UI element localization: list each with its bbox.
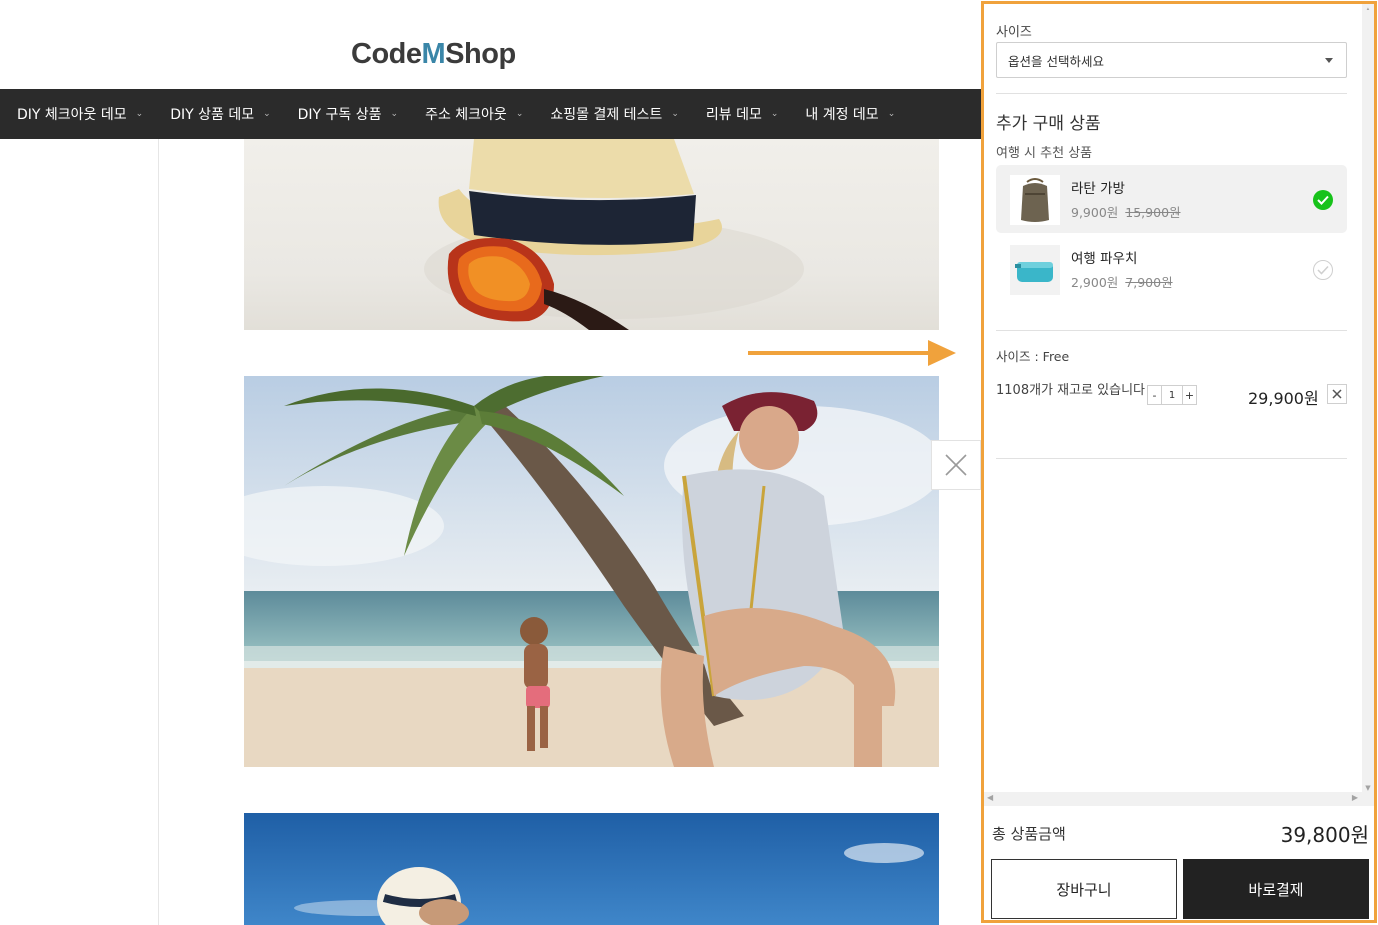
quantity-stepper: - 1 + bbox=[1147, 385, 1197, 405]
nav-item-diy-checkout[interactable]: DIY 체크아웃 데모 ⌄ bbox=[17, 104, 143, 124]
addons-title: 추가 구매 상품 bbox=[996, 114, 1101, 134]
divider bbox=[996, 458, 1347, 459]
nav-item-label: 주소 체크아웃 bbox=[425, 107, 507, 123]
close-icon bbox=[945, 454, 967, 476]
product-photo-sky-hat bbox=[244, 813, 939, 925]
addon-original-price: 7,900원 bbox=[1125, 275, 1173, 290]
checkbox-unchecked-icon[interactable] bbox=[1313, 260, 1333, 280]
option-line-price: 29,900원 bbox=[1248, 389, 1319, 408]
stock-text: 1108개가 재고로 있습니다 bbox=[996, 383, 1145, 398]
caret-down-icon bbox=[1325, 58, 1333, 63]
site-logo[interactable]: CodeMShop bbox=[351, 38, 516, 71]
nav-item-review-demo[interactable]: 리뷰 데모 ⌄ bbox=[706, 104, 779, 124]
logo-text-m: M bbox=[421, 38, 446, 70]
chevron-down-icon: ⌄ bbox=[515, 109, 524, 119]
nav-item-payment-test[interactable]: 쇼핑몰 결제 테스트 ⌄ bbox=[550, 104, 679, 124]
nav-item-my-account[interactable]: 내 계정 데모 ⌄ bbox=[805, 104, 895, 124]
product-page: CodeMShop DIY 체크아웃 데모 ⌄ DIY 상품 데모 ⌄ DIY 구독… bbox=[0, 0, 1378, 925]
travel-pouch-thumbnail bbox=[1010, 245, 1060, 295]
arrow-annotation-icon bbox=[748, 340, 956, 366]
scroll-down-arrow-icon[interactable]: ▼ bbox=[1362, 784, 1374, 792]
chevron-down-icon: ⌄ bbox=[887, 109, 896, 119]
chevron-down-icon: ⌄ bbox=[390, 109, 399, 119]
panel-scroll-area[interactable]: 사이즈 옵션을 선택하세요 추가 구매 상품 여행 시 추천 상품 라탄 가방 … bbox=[984, 4, 1362, 806]
close-icon bbox=[1332, 389, 1342, 399]
addons-subtitle: 여행 시 추천 상품 bbox=[996, 146, 1093, 161]
size-label: 사이즈 bbox=[996, 25, 1032, 40]
checkbox-checked-icon[interactable] bbox=[1313, 190, 1333, 210]
nav-item-diy-product[interactable]: DIY 상품 데모 ⌄ bbox=[170, 104, 270, 124]
divider bbox=[996, 93, 1347, 94]
panel-close-button[interactable] bbox=[931, 440, 981, 490]
addon-item-travel-pouch[interactable]: 여행 파우치 2,900원 7,900원 bbox=[996, 235, 1347, 303]
vertical-scrollbar[interactable]: ▲ ▼ bbox=[1362, 4, 1374, 806]
product-photo-beach-model bbox=[244, 376, 939, 767]
addon-original-price: 15,900원 bbox=[1125, 205, 1181, 220]
nav-item-label: 내 계정 데모 bbox=[805, 107, 879, 123]
nav-item-label: DIY 체크아웃 데모 bbox=[17, 107, 127, 123]
total-value: 39,800원 bbox=[1280, 823, 1369, 847]
addon-item-rattan-bag[interactable]: 라탄 가방 9,900원 15,900원 bbox=[996, 165, 1347, 233]
remove-option-button[interactable] bbox=[1327, 384, 1347, 404]
nav-item-address-checkout[interactable]: 주소 체크아웃 ⌄ bbox=[425, 104, 523, 124]
scrollbar-thumb[interactable] bbox=[1364, 10, 1372, 770]
addon-price: 9,900원 15,900원 bbox=[1071, 202, 1181, 221]
chevron-down-icon: ⌄ bbox=[770, 109, 779, 119]
selected-option-name: 사이즈 : Free bbox=[996, 349, 1070, 364]
rattan-bag-thumbnail bbox=[1010, 175, 1060, 225]
add-to-cart-button[interactable]: 장바구니 bbox=[991, 859, 1177, 919]
logo-text-shop: Shop bbox=[445, 38, 516, 70]
total-label: 총 상품금액 bbox=[992, 825, 1066, 843]
scroll-left-arrow-icon[interactable]: ◀ bbox=[987, 793, 993, 802]
nav-item-label: DIY 상품 데모 bbox=[170, 107, 255, 123]
size-select-value: 옵션을 선택하세요 bbox=[1008, 53, 1104, 69]
content-divider bbox=[158, 139, 159, 925]
addon-sale-price: 2,900원 bbox=[1071, 275, 1119, 290]
purchase-option-panel: 사이즈 옵션을 선택하세요 추가 구매 상품 여행 시 추천 상품 라탄 가방 … bbox=[981, 1, 1377, 923]
addon-name: 여행 파우치 bbox=[1071, 251, 1138, 267]
quantity-plus-button[interactable]: + bbox=[1183, 386, 1196, 404]
chevron-down-icon: ⌄ bbox=[671, 109, 679, 119]
size-select[interactable]: 옵션을 선택하세요 bbox=[996, 42, 1347, 78]
nav-item-diy-subscription[interactable]: DIY 구독 상품 ⌄ bbox=[298, 104, 398, 124]
quantity-minus-button[interactable]: - bbox=[1148, 386, 1161, 404]
quantity-input[interactable]: 1 bbox=[1161, 386, 1183, 404]
chevron-down-icon: ⌄ bbox=[263, 109, 271, 119]
product-photo-hat-sunglasses bbox=[244, 139, 939, 330]
horizontal-scrollbar[interactable]: ◀ ▶ bbox=[984, 792, 1362, 806]
nav-item-label: 쇼핑몰 결제 테스트 bbox=[550, 107, 663, 123]
divider bbox=[996, 330, 1347, 331]
logo-text-code: Code bbox=[351, 38, 422, 70]
scroll-right-arrow-icon[interactable]: ▶ bbox=[1352, 793, 1358, 802]
chevron-down-icon: ⌄ bbox=[135, 109, 144, 119]
nav-item-label: DIY 구독 상품 bbox=[297, 107, 382, 123]
nav-item-label: 리뷰 데모 bbox=[705, 107, 762, 123]
buy-now-button[interactable]: 바로결제 bbox=[1183, 859, 1369, 919]
main-nav: DIY 체크아웃 데모 ⌄ DIY 상품 데모 ⌄ DIY 구독 상품 ⌄ 주소 체크… bbox=[0, 89, 982, 139]
addon-price: 2,900원 7,900원 bbox=[1071, 272, 1173, 291]
addon-sale-price: 9,900원 bbox=[1071, 205, 1119, 220]
addon-name: 라탄 가방 bbox=[1071, 181, 1125, 197]
